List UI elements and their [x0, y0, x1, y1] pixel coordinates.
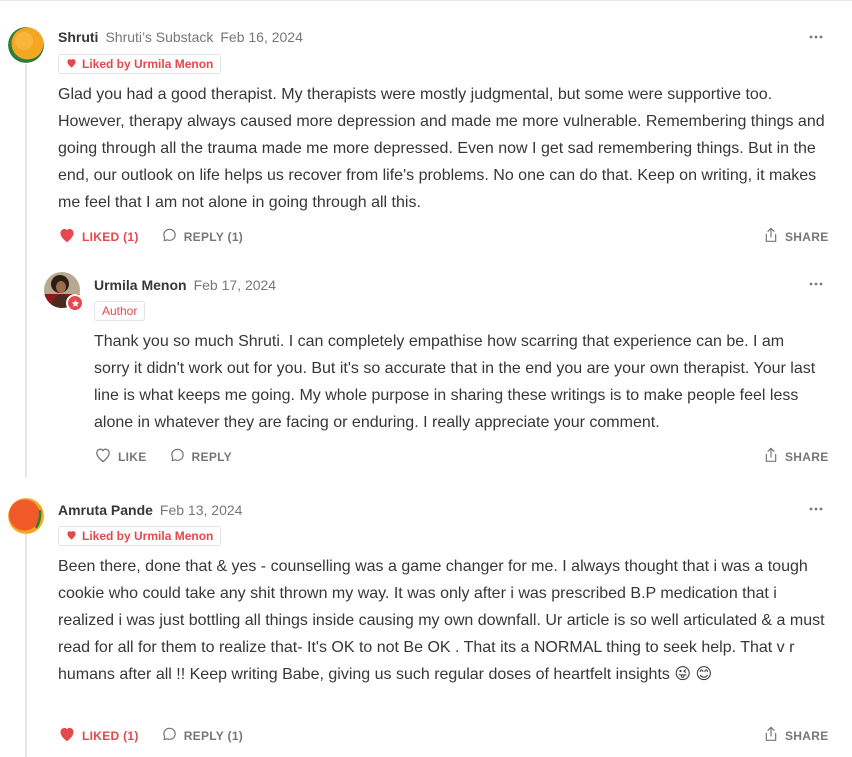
comment-icon — [169, 447, 186, 466]
badge-label: Author — [102, 304, 138, 318]
author-name[interactable]: Urmila Menon — [94, 277, 187, 293]
share-label: SHARE — [785, 449, 829, 464]
liked-by-author-badge: Liked by Urmila Menon — [58, 54, 222, 74]
comment-body: Glad you had a good therapist. My therap… — [58, 86, 825, 211]
avatar[interactable] — [44, 272, 84, 312]
author-name[interactable]: Shruti — [58, 29, 98, 45]
star-icon — [66, 294, 84, 312]
like-button[interactable]: LIKE — [94, 447, 147, 466]
reply-button[interactable]: REPLY (1) — [161, 726, 243, 745]
author-name[interactable]: Amruta Pande — [58, 502, 153, 518]
reply-button[interactable]: REPLY — [169, 447, 232, 466]
badge-label: Liked by Urmila Menon — [82, 57, 214, 71]
heart-outline-icon — [94, 447, 112, 466]
emoji-grin: 😜 — [674, 666, 692, 683]
share-icon — [763, 226, 779, 247]
like-button[interactable]: LIKED (1) — [58, 726, 139, 745]
avatar[interactable] — [8, 498, 44, 534]
comment-icon — [161, 227, 178, 246]
more-icon[interactable] — [806, 502, 826, 516]
heart-icon — [58, 227, 76, 246]
emoji-smile: 😊 — [695, 666, 713, 683]
share-icon — [763, 725, 779, 746]
comment-icon — [161, 726, 178, 745]
comment-date[interactable]: Feb 13, 2024 — [160, 502, 243, 518]
share-label: SHARE — [785, 728, 829, 743]
heart-icon — [58, 726, 76, 745]
reply-button[interactable]: REPLY (1) — [161, 227, 243, 246]
top-divider — [0, 0, 852, 1]
share-label: SHARE — [785, 229, 829, 244]
reply-label: REPLY (1) — [183, 728, 244, 743]
liked-by-author-badge: Liked by Urmila Menon — [58, 526, 222, 546]
comment-date[interactable]: Feb 16, 2024 — [220, 29, 303, 45]
comment-body: Thank you so much Shruti. I can complete… — [94, 333, 816, 431]
like-button[interactable]: LIKED (1) — [58, 227, 139, 246]
share-button[interactable]: SHARE — [763, 226, 829, 247]
share-button[interactable]: SHARE — [763, 446, 829, 467]
share-icon — [763, 446, 779, 467]
heart-icon — [66, 57, 77, 71]
publication-name[interactable]: Shruti’s Substack — [105, 29, 213, 45]
reply-label: REPLY (1) — [183, 229, 244, 244]
heart-icon — [66, 529, 77, 543]
thread-line — [25, 64, 27, 478]
share-button[interactable]: SHARE — [763, 725, 829, 746]
more-icon[interactable] — [806, 277, 826, 291]
comment-body-text: Been there, done that & yes - counsellin… — [58, 558, 825, 683]
like-label: LIKED (1) — [82, 728, 139, 743]
comment-body: Been there, done that & yes - counsellin… — [58, 553, 834, 688]
thread-line — [25, 533, 27, 757]
like-label: LIKED (1) — [82, 229, 139, 244]
badge-label: Liked by Urmila Menon — [82, 529, 214, 543]
author-badge: Author — [94, 301, 146, 321]
more-icon[interactable] — [806, 30, 826, 44]
avatar[interactable] — [8, 27, 44, 63]
like-label: LIKE — [118, 449, 147, 464]
reply-label: REPLY — [191, 449, 232, 464]
comment-date[interactable]: Feb 17, 2024 — [194, 277, 277, 293]
